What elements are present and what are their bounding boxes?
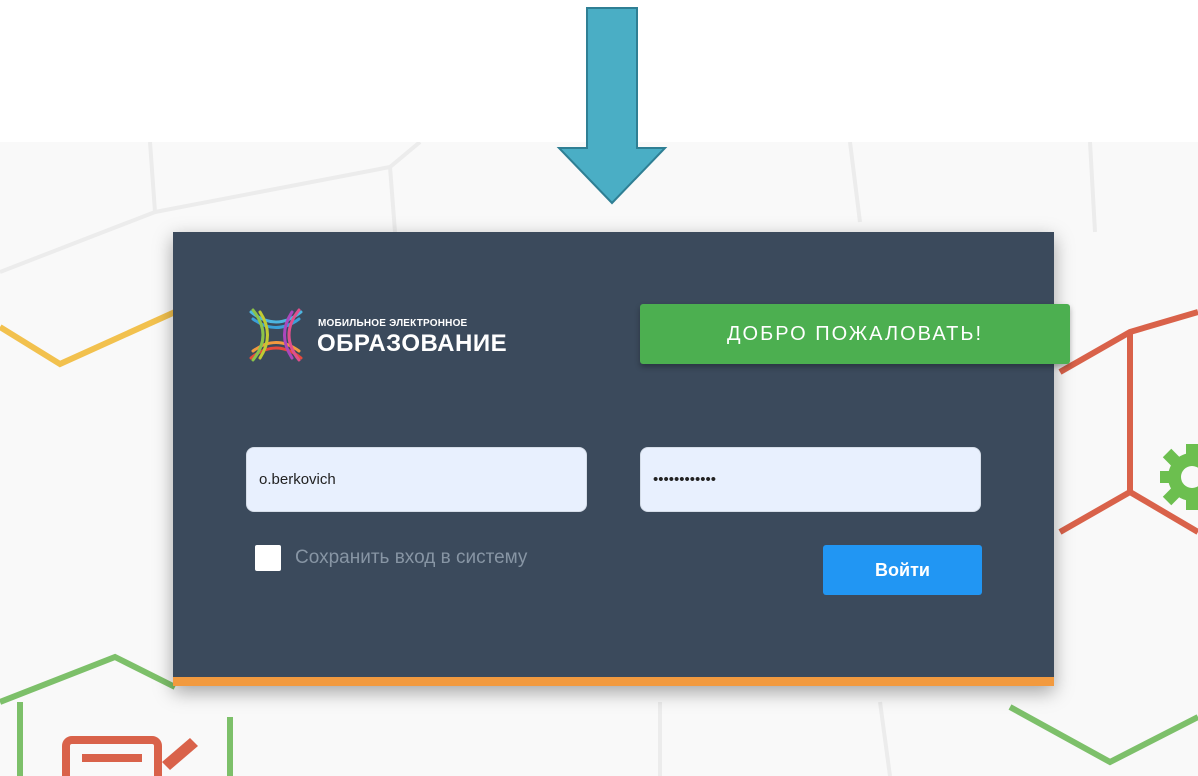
logo-line2: ОБРАЗОВАНИЕ [317,330,508,357]
document-pencil-icon [62,736,198,776]
logo-mark-icon [249,308,303,362]
welcome-banner: ДОБРО ПОЖАЛОВАТЬ! [640,304,1070,364]
remember-me-checkbox[interactable] [255,545,281,571]
remember-me-control[interactable]: Сохранить вход в систему [255,545,527,571]
login-button[interactable]: Войти [823,545,982,595]
username-input[interactable] [246,447,587,512]
remember-me-label: Сохранить вход в систему [295,547,528,568]
logo-line1: МОБИЛЬНОЕ ЭЛЕКТРОННОЕ [318,318,468,329]
password-input[interactable] [640,447,981,512]
login-screen: МОБИЛЬНОЕ ЭЛЕКТРОННОЕ ОБРАЗОВАНИЕ ДОБРО … [0,0,1198,776]
welcome-label: ДОБРО ПОЖАЛОВАТЬ! [726,322,983,345]
login-card: МОБИЛЬНОЕ ЭЛЕКТРОННОЕ ОБРАЗОВАНИЕ ДОБРО … [173,232,1070,686]
gear-icon [1160,444,1198,510]
down-arrow-icon [556,7,668,205]
logo: МОБИЛЬНОЕ ЭЛЕКТРОННОЕ ОБРАЗОВАНИЕ [243,302,543,368]
